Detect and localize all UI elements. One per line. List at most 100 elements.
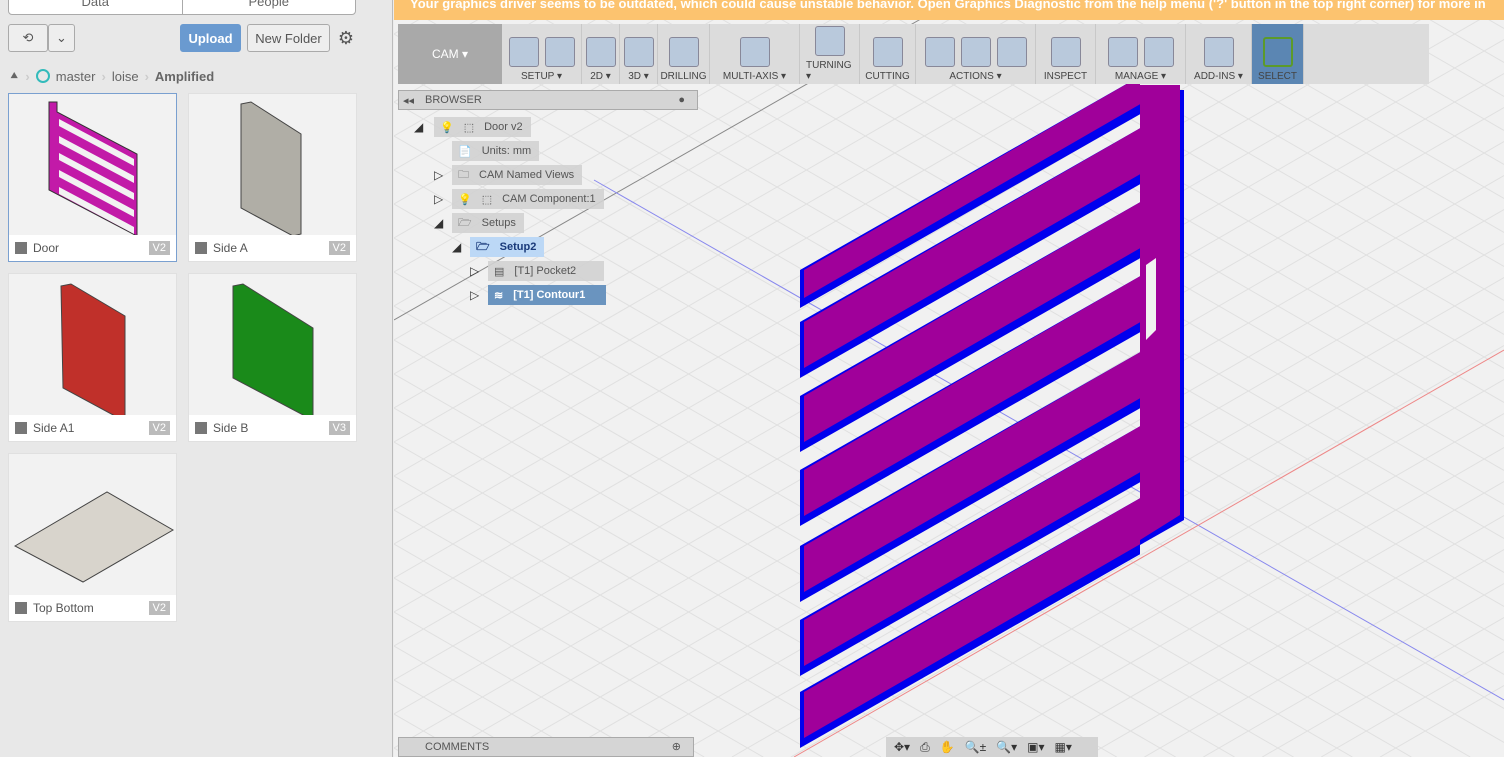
- toolbar-group-drilling[interactable]: DRILLING: [658, 24, 710, 84]
- fit-icon[interactable]: 🔍▾: [996, 740, 1017, 754]
- side-b-thumbnail: [232, 283, 314, 417]
- expand-triangle[interactable]: ▷: [470, 288, 479, 302]
- model-canvas[interactable]: [394, 0, 1504, 757]
- driver-warning-banner[interactable]: Your graphics driver seems to be outdate…: [394, 0, 1504, 20]
- node-label: Setup2: [499, 241, 537, 253]
- look-at-icon[interactable]: ⎙: [920, 740, 930, 755]
- pan-icon[interactable]: ✋: [940, 740, 955, 754]
- hub-icon[interactable]: ⯅: [9, 68, 19, 84]
- setup-icon: 🗁: [476, 240, 490, 253]
- upload-button[interactable]: Upload: [180, 24, 241, 52]
- file-card-door[interactable]: Door V2: [8, 93, 177, 262]
- tool-icon[interactable]: [1050, 37, 1081, 67]
- toolbar-group-label: SETUP ▾: [521, 71, 562, 82]
- collapse-triangle[interactable]: ◢: [452, 240, 461, 254]
- toolbar-group-addins[interactable]: ADD-INS ▾: [1186, 24, 1252, 84]
- collapse-icon[interactable]: ◂◂: [403, 94, 414, 107]
- toolbar-group-inspect[interactable]: INSPECT: [1036, 24, 1096, 84]
- tool-icon[interactable]: [544, 37, 575, 67]
- collapse-triangle[interactable]: ◢: [434, 216, 443, 230]
- tool-icon[interactable]: [924, 37, 955, 67]
- toolbar-group-label: MULTI-AXIS ▾: [722, 71, 787, 82]
- tree-node-named-views[interactable]: 🗀 CAM Named Views: [452, 165, 583, 185]
- setup-icon: 🗁: [458, 216, 472, 229]
- add-comment-icon[interactable]: ⊕: [672, 738, 681, 756]
- tree-node-contour1[interactable]: ≋ [T1] Contour1: [488, 285, 606, 305]
- tool-icon[interactable]: [814, 26, 845, 56]
- node-label: Door v2: [484, 121, 523, 133]
- collapse-triangle[interactable]: ◢: [414, 120, 423, 134]
- expand-triangle[interactable]: ▷: [470, 264, 479, 278]
- file-card-side-b[interactable]: Side B V3: [188, 273, 357, 442]
- node-label: [T1] Contour1: [513, 289, 586, 301]
- dropdown-button[interactable]: ⌄: [48, 24, 75, 52]
- tool-icon[interactable]: [739, 37, 770, 67]
- toolbar-group-label: 2D ▾: [590, 71, 611, 82]
- version-badge[interactable]: V2: [148, 241, 170, 255]
- tree-node-setups[interactable]: 🗁 Setups: [452, 213, 524, 233]
- toolbar-group-actions[interactable]: ACTIONS ▾: [916, 24, 1036, 84]
- node-label: [T1] Pocket2: [514, 265, 577, 277]
- version-badge[interactable]: V3: [328, 421, 350, 435]
- toolbar-group-label: SELECT: [1258, 71, 1297, 82]
- breadcrumb-master[interactable]: master: [56, 69, 96, 84]
- display-settings-icon[interactable]: ▣▾: [1027, 740, 1044, 754]
- tree-node-pocket2[interactable]: ▤ [T1] Pocket2: [488, 261, 604, 281]
- door-model: [800, 76, 1184, 748]
- tree-node-door[interactable]: 💡 ⬚ Door v2: [434, 117, 531, 137]
- grid-line: [1203, 583, 1504, 757]
- toolbar-group-d[interactable]: 3D ▾: [620, 24, 658, 84]
- toolbar-group-manage[interactable]: MANAGE ▾: [1096, 24, 1186, 84]
- tool-icon[interactable]: [623, 37, 654, 67]
- toolbar-group-turning[interactable]: TURNING ▾: [800, 24, 860, 84]
- file-card-side-a1[interactable]: Side A1 V2: [8, 273, 177, 442]
- toolbar-group-d[interactable]: 2D ▾: [582, 24, 620, 84]
- toolbar-group-select[interactable]: SELECT: [1252, 24, 1304, 84]
- file-card-side-a[interactable]: Side A V2: [188, 93, 357, 262]
- tab-people[interactable]: People: [181, 0, 356, 14]
- version-badge[interactable]: V2: [328, 241, 350, 255]
- tree-node-setup2[interactable]: 🗁 Setup2: [470, 237, 545, 257]
- tool-icon[interactable]: [960, 37, 991, 67]
- tool-icon[interactable]: [585, 37, 616, 67]
- new-folder-button[interactable]: New Folder: [247, 24, 330, 52]
- version-badge[interactable]: V2: [148, 601, 170, 615]
- expand-triangle[interactable]: ▷: [434, 168, 443, 182]
- toolbar-group-multiaxis[interactable]: MULTI-AXIS ▾: [710, 24, 800, 84]
- breadcrumb-amplified: Amplified: [154, 68, 215, 84]
- orbit-icon[interactable]: ✥▾: [894, 740, 910, 754]
- grid-line: [1379, 685, 1504, 757]
- 3d-viewport[interactable]: Your graphics driver seems to be outdate…: [394, 0, 1504, 757]
- tool-icon[interactable]: [1203, 37, 1234, 67]
- version-badge[interactable]: V2: [148, 421, 170, 435]
- data-panel: Data People ⟲ ⌄ Upload New Folder ⚙ ⯅ › m…: [0, 0, 393, 757]
- minimize-icon[interactable]: ●: [678, 94, 685, 106]
- toolbar-group-setup[interactable]: SETUP ▾: [502, 24, 582, 84]
- tree-node-units[interactable]: 📄 Units: mm: [452, 141, 540, 161]
- tool-icon[interactable]: [1262, 37, 1293, 67]
- toolbar-group-cutting[interactable]: CUTTING: [860, 24, 916, 84]
- zoom-icon[interactable]: 🔍±: [965, 740, 987, 754]
- lightbulb-icon[interactable]: 💡: [440, 121, 454, 134]
- pocket-icon: ▤: [494, 265, 505, 278]
- tool-icon[interactable]: [872, 37, 903, 67]
- component-icon: ⬚: [481, 193, 493, 206]
- tool-icon[interactable]: [1107, 37, 1138, 67]
- history-button[interactable]: ⟲: [8, 24, 48, 52]
- expand-triangle[interactable]: ▷: [434, 192, 443, 206]
- toolbar-group-label: ACTIONS ▾: [949, 71, 1002, 82]
- comments-panel[interactable]: COMMENTS ⊕: [398, 737, 694, 757]
- workspace-switcher[interactable]: CAM ▾: [398, 24, 502, 84]
- tool-icon[interactable]: [508, 37, 539, 67]
- lightbulb-icon[interactable]: 💡: [458, 193, 472, 206]
- tool-icon[interactable]: [996, 37, 1027, 67]
- tool-icon[interactable]: [1143, 37, 1174, 67]
- breadcrumb-loise[interactable]: loise: [112, 69, 139, 84]
- file-card-top-bottom[interactable]: Top Bottom V2: [8, 453, 177, 622]
- tool-icon[interactable]: [668, 37, 699, 67]
- gear-icon[interactable]: ⚙: [336, 27, 356, 49]
- door-thumbnail: [48, 101, 138, 237]
- grid-settings-icon[interactable]: ▦▾: [1055, 740, 1072, 754]
- tree-node-cam-component[interactable]: 💡 ⬚ CAM Component:1: [452, 189, 604, 209]
- tab-data[interactable]: Data: [9, 0, 182, 14]
